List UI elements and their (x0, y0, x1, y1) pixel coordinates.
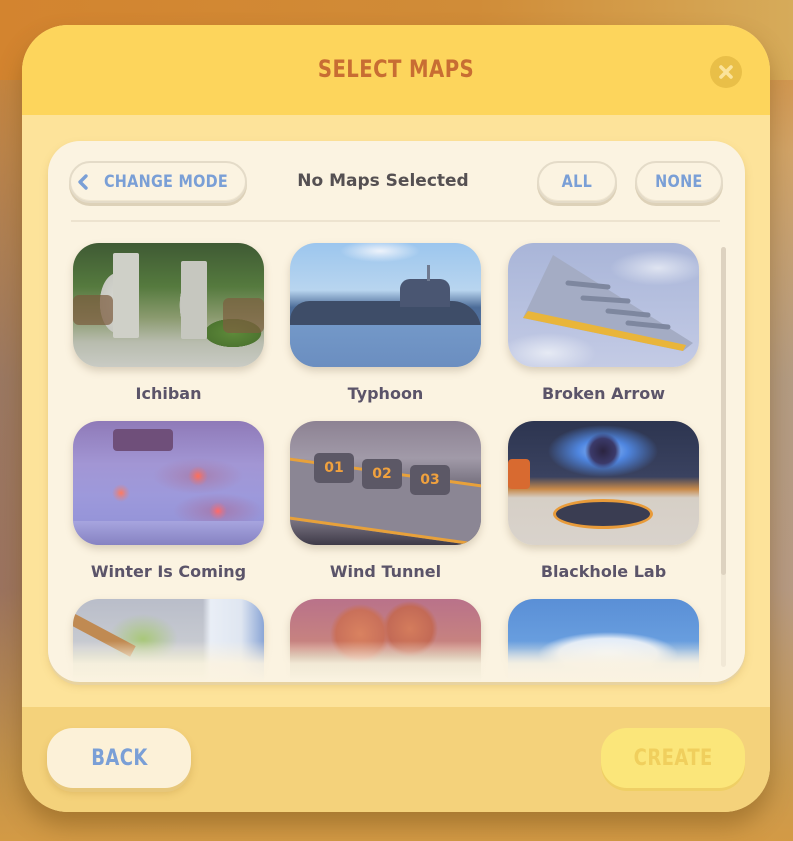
map-selection-panel: CHANGE MODE No Maps Selected ALL NONE Ic… (48, 141, 745, 682)
rope-bridge (73, 613, 136, 657)
change-mode-label: CHANGE MODE (103, 172, 229, 192)
map-card-typhoon[interactable]: Typhoon (290, 243, 481, 403)
map-name: Ichiban (135, 384, 202, 403)
map-thumbnail (73, 599, 264, 682)
create-label: CREATE (633, 745, 713, 771)
map-card-ice-floes[interactable] (508, 599, 699, 682)
submarine-tower (400, 279, 450, 307)
change-mode-button[interactable]: CHANGE MODE (69, 161, 247, 203)
map-thumbnail (508, 599, 699, 682)
map-card-ichiban[interactable]: Ichiban (73, 243, 264, 403)
back-button[interactable]: BACK (47, 728, 191, 788)
close-x-icon (719, 65, 733, 79)
cabin (113, 429, 173, 451)
map-name: Winter Is Coming (90, 562, 247, 581)
select-all-button[interactable]: ALL (537, 161, 617, 203)
map-thumbnail (508, 243, 699, 367)
map-card-wind-tunnel[interactable]: 01 02 03 Wind Tunnel (290, 421, 481, 581)
ruin-wood (73, 295, 113, 325)
map-thumbnail (290, 243, 481, 367)
map-name: Blackhole Lab (540, 562, 667, 581)
map-thumbnail (508, 421, 699, 545)
map-name: Broken Arrow (541, 384, 666, 403)
gate-sign-02: 02 (362, 459, 402, 489)
gate-sign-01: 01 (314, 453, 354, 483)
ruin-wood (223, 298, 264, 333)
snow-fence (73, 521, 264, 545)
ruin-pillar (113, 253, 139, 338)
map-thumbnail (73, 243, 264, 367)
map-card-winter-is-coming[interactable]: Winter Is Coming (73, 421, 264, 581)
map-name: Typhoon (347, 384, 424, 403)
periscope (427, 265, 430, 281)
map-thumbnail: 01 02 03 (290, 421, 481, 545)
gate-sign-03: 03 (410, 465, 450, 495)
map-card-broken-arrow[interactable]: Broken Arrow (508, 243, 699, 403)
dialog-header: SELECT MAPS (22, 25, 770, 115)
select-maps-dialog: SELECT MAPS CHANGE MODE No Maps Selected… (22, 25, 770, 812)
scrollbar-thumb[interactable] (721, 247, 726, 575)
toolbar-divider (71, 220, 720, 222)
map-name: Wind Tunnel (329, 562, 442, 581)
close-button[interactable] (710, 56, 742, 88)
map-thumbnail (290, 599, 481, 682)
map-thumbnail (73, 421, 264, 545)
map-grid: Ichiban Typhoon Broken Arrow Winter Is C… (73, 243, 713, 682)
back-label: BACK (90, 745, 148, 771)
lab-hatch (553, 499, 653, 529)
map-card-waterfall[interactable] (73, 599, 264, 682)
chevron-left-icon (78, 174, 88, 190)
flying-wing-plane (523, 255, 693, 351)
map-card-blackhole-lab[interactable]: Blackhole Lab (508, 421, 699, 581)
sea-water (290, 325, 481, 367)
select-all-label: ALL (561, 172, 593, 192)
dialog-title: SELECT MAPS (317, 55, 475, 83)
lab-barrel (508, 459, 530, 489)
selection-status: No Maps Selected (297, 171, 469, 191)
select-none-button[interactable]: NONE (635, 161, 723, 203)
ruin-pillar (181, 261, 207, 339)
create-button[interactable]: CREATE (601, 728, 745, 788)
select-none-label: NONE (655, 172, 703, 192)
map-card-canyon[interactable] (290, 599, 481, 682)
